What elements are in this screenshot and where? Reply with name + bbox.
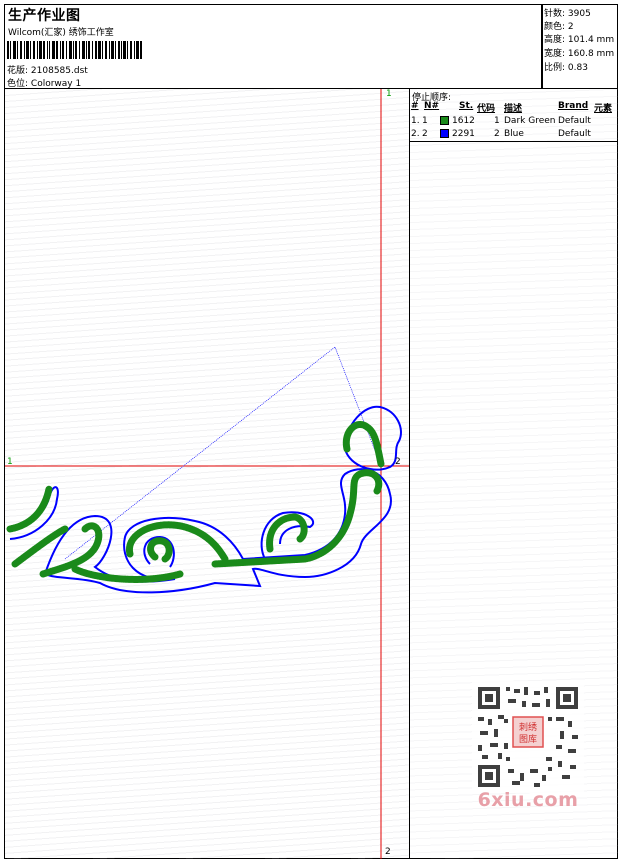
col-n: N# (424, 101, 440, 111)
marker-right: 2 (395, 457, 401, 467)
header-info: 生产作业图 Wilcom(汇家) 绣饰工作室 花版: 2108585.dst 色… (5, 5, 542, 89)
row2-desc: Blue (504, 129, 524, 139)
barcode-icon (7, 41, 142, 59)
stat-colors: 颜色: 2 (544, 22, 574, 32)
software-name: Wilcom(汇家) 绣饰工作室 (8, 28, 114, 38)
green-satin-stitches (6, 421, 385, 583)
watermark: 刺绣 图库 6xiu.com (468, 679, 588, 811)
design-stats: 针数: 3905 颜色: 2 高度: 101.4 mm 宽度: 160.8 mm… (542, 5, 618, 88)
design-canvas: 1 1 2 2 (5, 89, 410, 859)
stat-width: 宽度: 160.8 mm (544, 49, 615, 59)
row1-desc: Dark Green (504, 116, 556, 126)
marker-bottom: 2 (385, 847, 391, 857)
col-element: 元素 (594, 104, 613, 114)
marker-left: 1 (7, 457, 13, 467)
col-stitches: St. (459, 101, 474, 111)
seal-text-top: 刺绣 (519, 721, 537, 733)
stat-stitches: 针数: 3905 (544, 9, 591, 19)
marker-top: 1 (386, 89, 392, 99)
seal-text-bottom: 图库 (519, 733, 537, 745)
row2-stitches: 2291 (452, 129, 475, 139)
row1-num: 1. (411, 116, 420, 126)
row1-stitches: 1612 (452, 116, 475, 126)
stat-scale: 比例: 0.83 (544, 63, 588, 73)
row1-n: 1 (422, 116, 428, 126)
jump-stitch-line (64, 346, 382, 560)
embroidery-drawing (5, 89, 409, 859)
row2-color-swatch (440, 129, 449, 138)
row2-num: 2. (411, 129, 420, 139)
stat-height: 高度: 101.4 mm (544, 35, 615, 45)
row2-n: 2 (422, 129, 428, 139)
row2-code: 2 (494, 129, 500, 139)
col-brand: Brand (558, 101, 589, 111)
col-desc: 描述 (504, 104, 523, 114)
row1-code: 1 (494, 116, 500, 126)
row1-brand: Default (558, 116, 591, 126)
col-hash: # (411, 101, 419, 111)
page-title: 生产作业图 (8, 8, 81, 24)
row2-brand: Default (558, 129, 591, 139)
panel-rule (410, 141, 618, 142)
header-divider (542, 5, 543, 88)
watermark-text: 6xiu.com (477, 789, 579, 811)
row1-color-swatch (440, 116, 449, 125)
design-file: 花版: 2108585.dst (7, 66, 88, 76)
col-code: 代码 (477, 104, 496, 114)
